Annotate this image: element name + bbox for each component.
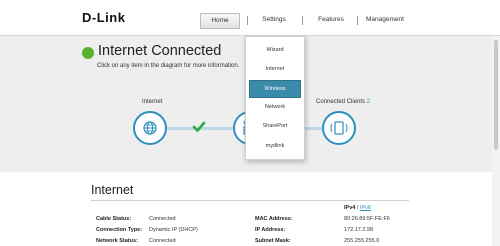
nav-settings[interactable]: Settings xyxy=(256,13,292,27)
network-status-value: Connected xyxy=(149,238,176,244)
nav-features[interactable]: Features xyxy=(311,13,351,27)
menu-item-shareport[interactable]: SharePort xyxy=(246,117,304,136)
connection-status-title: Internet Connected xyxy=(98,43,222,59)
clients-label-text: Connected Clients xyxy=(316,99,366,105)
menu-item-network[interactable]: Network xyxy=(246,98,304,117)
connected-indicator-icon xyxy=(82,47,94,59)
nav-separator xyxy=(247,16,248,25)
connection-type-value: Dynamic IP (DHCP) xyxy=(149,227,198,233)
nav-home[interactable]: Home xyxy=(200,13,240,29)
tab-ipv6[interactable]: IPv6 xyxy=(360,205,371,211)
menu-item-wireless[interactable]: Wireless xyxy=(249,80,301,98)
network-status-label: Network Status: xyxy=(96,238,138,244)
clients-node[interactable] xyxy=(322,111,356,145)
mac-address-value: 80:26:89:5F:FE:F6 xyxy=(344,216,390,222)
mac-address-label: MAC Address: xyxy=(255,216,293,222)
internet-node-label: Internet xyxy=(142,99,163,105)
menu-item-wizard[interactable]: Wizard xyxy=(246,41,304,60)
internet-section-title: Internet xyxy=(91,183,134,197)
tablet-icon xyxy=(330,121,348,135)
dlink-logo: D-Link xyxy=(82,10,126,25)
subnet-mask-label: Subnet Mask: xyxy=(255,238,291,244)
ip-version-tabs: IPv4 / IPv6 xyxy=(344,205,371,211)
section-divider xyxy=(91,200,409,201)
menu-item-internet[interactable]: Internet xyxy=(246,60,304,79)
menu-item-mydlink[interactable]: mydlink xyxy=(246,137,304,156)
tab-separator: / xyxy=(356,205,359,211)
settings-dropdown-menu: Wizard Internet Wireless Network SharePo… xyxy=(245,36,305,160)
cable-status-value: Connected xyxy=(149,216,176,222)
check-icon xyxy=(192,121,206,132)
connection-type-label: Connection Type: xyxy=(96,227,143,233)
page-scrollbar-thumb[interactable] xyxy=(494,40,498,150)
globe-icon xyxy=(143,121,157,135)
ip-address-label: IP Address: xyxy=(255,227,286,233)
clients-node-label: Connected Clients 2 xyxy=(316,99,370,105)
nav-management[interactable]: Management xyxy=(364,13,406,27)
clients-count: 2 xyxy=(366,99,371,105)
subnet-mask-value: 255.255.255.0 xyxy=(344,238,380,244)
nav-separator xyxy=(357,16,358,25)
cable-status-label: Cable Status: xyxy=(96,216,132,222)
internet-node[interactable] xyxy=(133,111,167,145)
diagram-hint-text: Click on any item in the diagram for mor… xyxy=(97,63,240,69)
nav-separator xyxy=(302,16,303,25)
header-bar: D-Link Home Settings Features Management xyxy=(0,0,500,36)
tab-ipv4[interactable]: IPv4 xyxy=(344,205,355,211)
ip-address-value: 172.17.2.98 xyxy=(344,227,374,233)
